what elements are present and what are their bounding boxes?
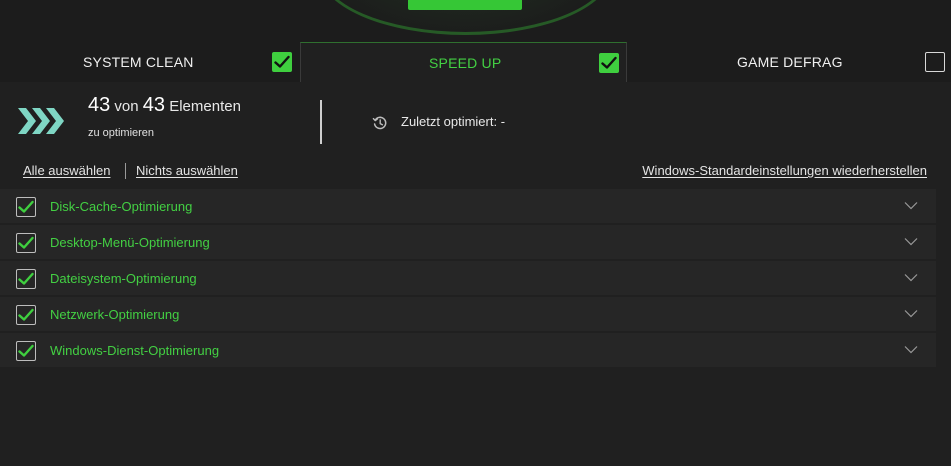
link-divider xyxy=(125,163,126,179)
chevron-down-icon[interactable] xyxy=(904,237,918,246)
chevron-down-icon[interactable] xyxy=(904,309,918,318)
item-checkbox[interactable] xyxy=(16,197,36,217)
check-icon xyxy=(18,200,34,213)
tab-system-clean-label: SYSTEM CLEAN xyxy=(83,54,194,70)
item-checkbox[interactable] xyxy=(16,305,36,325)
restore-defaults-link[interactable]: Windows-Standardeinstellungen wiederhers… xyxy=(642,163,927,178)
check-icon xyxy=(601,56,617,69)
last-optimized-label: Zuletzt optimiert: xyxy=(401,114,498,129)
item-count-subtitle: zu optimieren xyxy=(88,127,155,139)
check-icon xyxy=(18,236,34,249)
check-icon xyxy=(18,308,34,321)
summary-divider xyxy=(320,100,322,144)
item-count: 43 von 43 Elementen xyxy=(88,94,241,117)
history-clock-icon xyxy=(372,116,387,130)
list-item[interactable]: Netzwerk-Optimierung xyxy=(0,297,936,331)
tab-game-defrag-label: GAME DEFRAG xyxy=(737,54,843,70)
item-label: Desktop-Menü-Optimierung xyxy=(50,235,210,250)
tab-game-defrag[interactable]: GAME DEFRAG xyxy=(627,42,951,82)
tab-speed-up[interactable]: SPEED UP xyxy=(300,42,627,82)
chevron-down-icon[interactable] xyxy=(904,273,918,282)
list-item[interactable]: Desktop-Menü-Optimierung xyxy=(0,225,936,259)
item-label: Windows-Dienst-Optimierung xyxy=(50,343,220,358)
optimization-summary: 43 von 43 Elementen zu optimieren Zuletz… xyxy=(0,82,951,156)
tab-speed-up-checkbox[interactable] xyxy=(599,53,619,73)
selection-links: Alle auswählen Nichts auswählen Windows-… xyxy=(0,160,951,182)
item-label: Netzwerk-Optimierung xyxy=(50,307,180,322)
item-count-total: 43 xyxy=(142,94,166,116)
last-optimized-value: - xyxy=(500,114,506,129)
list-item[interactable]: Dateisystem-Optimierung xyxy=(0,261,936,295)
last-optimized: Zuletzt optimiert: - xyxy=(401,114,505,129)
list-item[interactable]: Disk-Cache-Optimierung xyxy=(0,189,936,223)
optimization-list: Disk-Cache-Optimierung Desktop-Menü-Opti… xyxy=(0,189,936,369)
item-count-elements: Elementen xyxy=(169,98,241,115)
item-count-von: von xyxy=(114,98,139,115)
chevron-down-icon[interactable] xyxy=(904,345,918,354)
tab-speed-up-label: SPEED UP xyxy=(429,55,502,71)
check-icon xyxy=(274,55,290,68)
chevron-down-icon[interactable] xyxy=(904,201,918,210)
check-icon xyxy=(18,272,34,285)
item-checkbox[interactable] xyxy=(16,233,36,253)
check-icon xyxy=(18,344,34,357)
list-item[interactable]: Windows-Dienst-Optimierung xyxy=(0,333,936,367)
module-tabs: SYSTEM CLEAN SPEED UP GAME DEFRAG xyxy=(0,42,951,82)
optimize-button[interactable] xyxy=(408,0,522,10)
tab-game-defrag-checkbox[interactable] xyxy=(925,52,945,72)
item-checkbox[interactable] xyxy=(16,269,36,289)
item-label: Disk-Cache-Optimierung xyxy=(50,199,193,214)
item-label: Dateisystem-Optimierung xyxy=(50,271,197,286)
select-all-link[interactable]: Alle auswählen xyxy=(23,163,110,178)
item-checkbox[interactable] xyxy=(16,341,36,361)
item-count-current: 43 xyxy=(88,94,111,116)
tab-system-clean[interactable]: SYSTEM CLEAN xyxy=(0,42,300,82)
select-none-link[interactable]: Nichts auswählen xyxy=(136,163,238,178)
tab-system-clean-checkbox[interactable] xyxy=(272,52,292,72)
header-graphic xyxy=(0,0,951,42)
triple-chevron-right-icon xyxy=(18,108,64,134)
